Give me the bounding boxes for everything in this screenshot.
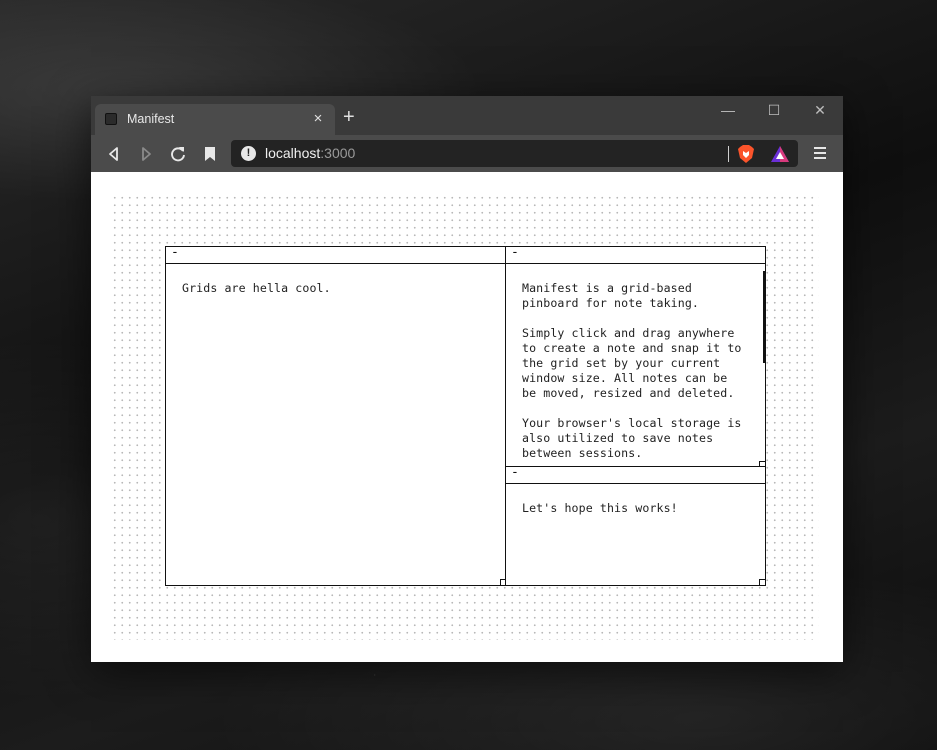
maximize-button[interactable]: ☐ — [759, 102, 789, 122]
back-icon[interactable] — [103, 143, 125, 165]
note-text[interactable]: Let's hope this works! — [506, 484, 765, 516]
note-text[interactable]: Grids are hella cool. — [166, 264, 506, 296]
address-bar[interactable]: ! localhost:3000 — [231, 140, 798, 167]
note-header[interactable]: - — [166, 245, 506, 264]
forward-icon[interactable] — [135, 143, 157, 165]
address-separator — [728, 146, 729, 162]
note-header[interactable]: - — [506, 247, 765, 264]
new-tab-button[interactable]: + — [343, 107, 355, 127]
info-icon[interactable]: ! — [241, 146, 256, 161]
url-text[interactable]: localhost:3000 — [265, 145, 355, 161]
page-content[interactable]: - Grids are hella cool. - Manifest is a … — [91, 172, 843, 662]
tab-close-icon[interactable]: × — [309, 110, 327, 128]
note-minimize-button[interactable]: - — [171, 245, 179, 260]
note-card[interactable]: - Grids are hella cool. — [165, 245, 507, 586]
url-port: :3000 — [320, 145, 356, 161]
note-card[interactable]: - Let's hope this works! — [505, 465, 766, 586]
brave-rewards-icon[interactable] — [770, 145, 790, 163]
minimize-button[interactable]: — — [713, 102, 743, 122]
note-scrollbar[interactable] — [763, 271, 765, 363]
url-host: localhost — [265, 145, 321, 161]
browser-window: Manifest × + — ☐ ✕ ! localhost:3000 - Gr… — [91, 96, 843, 662]
brave-shields-icon[interactable] — [737, 144, 755, 164]
note-card[interactable]: - Manifest is a grid-based pinboard for … — [505, 246, 766, 468]
note-resize-handle[interactable] — [759, 579, 766, 586]
browser-toolbar: ! localhost:3000 — [91, 135, 843, 172]
note-minimize-button[interactable]: - — [511, 465, 519, 480]
favicon-icon — [105, 113, 117, 125]
tab-manifest[interactable]: Manifest × — [95, 104, 335, 135]
menu-icon[interactable] — [813, 145, 827, 161]
tab-title: Manifest — [127, 112, 175, 126]
note-minimize-button[interactable]: - — [511, 247, 519, 260]
note-text[interactable]: Manifest is a grid-based pinboard for no… — [506, 264, 765, 461]
reload-icon[interactable] — [167, 143, 189, 165]
bookmark-icon[interactable] — [199, 143, 221, 165]
note-header[interactable]: - — [506, 465, 765, 484]
close-window-button[interactable]: ✕ — [805, 102, 835, 122]
tab-bar: Manifest × + — ☐ ✕ — [91, 96, 843, 135]
